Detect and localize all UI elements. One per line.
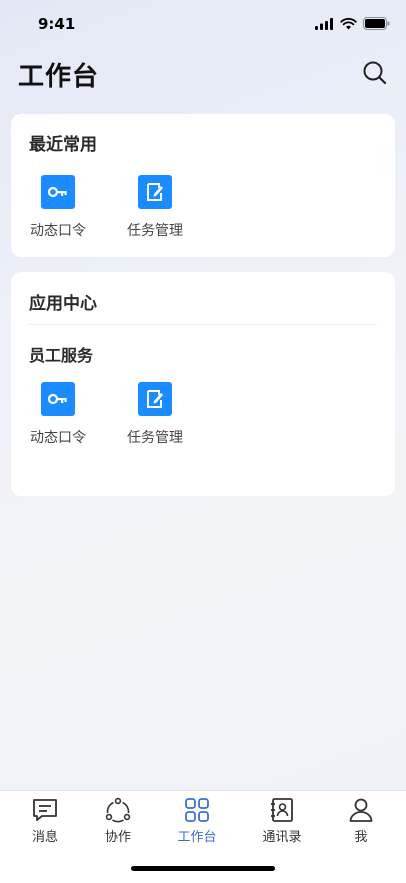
message-icon <box>33 799 57 821</box>
tab-workbench[interactable]: 工作台 <box>167 797 227 845</box>
key-icon <box>41 175 75 209</box>
app-task-management[interactable]: 任务管理 <box>115 382 195 447</box>
tab-label: 协作 <box>104 830 131 845</box>
battery-icon <box>363 17 390 30</box>
contacts-icon <box>271 798 293 822</box>
home-indicator <box>131 866 275 871</box>
app-label: 动态口令 <box>30 430 86 446</box>
search-icon <box>363 61 387 85</box>
app-dynamic-token[interactable]: 动态口令 <box>18 382 98 447</box>
tab-label: 我 <box>354 830 368 845</box>
app-label: 动态口令 <box>30 223 86 239</box>
tab-label: 通讯录 <box>262 830 302 845</box>
tab-messages[interactable]: 消息 <box>15 797 75 845</box>
app-task-management[interactable]: 任务管理 <box>115 175 195 240</box>
profile-icon <box>349 798 373 822</box>
status-bar: 9:41 <box>0 0 406 50</box>
divider <box>29 324 377 325</box>
app-center-card: 应用中心 员工服务 动态口令 任务管理 <box>11 272 395 496</box>
task-edit-icon <box>138 175 172 209</box>
status-time: 9:41 <box>38 15 76 33</box>
workbench-grid-icon <box>185 798 209 822</box>
tab-me[interactable]: 我 <box>331 797 391 845</box>
wifi-icon <box>340 17 357 29</box>
app-label: 任务管理 <box>127 430 183 446</box>
recent-apps-card: 最近常用 动态口令 任务管理 <box>11 114 395 257</box>
group-title-employee-services: 员工服务 <box>29 346 94 365</box>
app-center-title: 应用中心 <box>29 294 97 314</box>
collaboration-icon <box>105 797 131 823</box>
tab-collaboration[interactable]: 协作 <box>88 797 148 845</box>
page-title: 工作台 <box>18 62 100 92</box>
app-dynamic-token[interactable]: 动态口令 <box>18 175 98 240</box>
search-button[interactable] <box>362 60 388 86</box>
recent-section-title: 最近常用 <box>29 135 97 155</box>
tab-contacts[interactable]: 通讯录 <box>252 797 312 845</box>
key-icon <box>41 382 75 416</box>
app-label: 任务管理 <box>127 223 183 239</box>
tab-label: 工作台 <box>177 830 217 845</box>
signal-icon <box>315 17 333 30</box>
task-edit-icon <box>138 382 172 416</box>
tab-label: 消息 <box>31 830 58 845</box>
status-icons <box>315 17 390 30</box>
